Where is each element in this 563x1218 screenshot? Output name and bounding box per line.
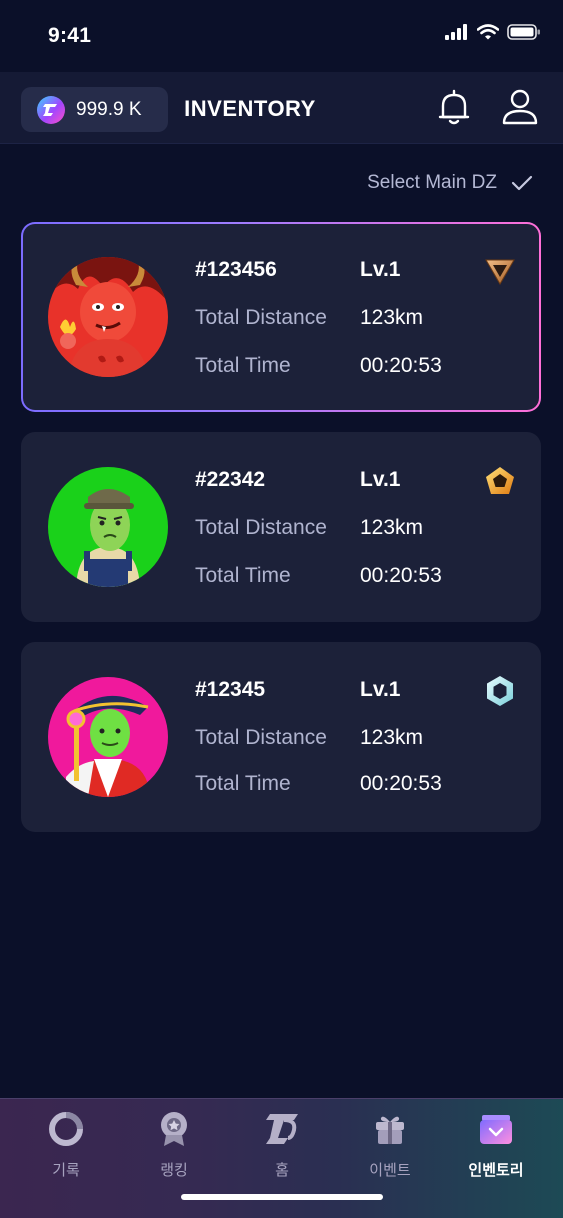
record-pie-icon	[21, 1109, 111, 1149]
status-icons	[445, 24, 541, 40]
check-icon	[511, 175, 533, 191]
total-distance-value: 123km	[360, 726, 424, 749]
total-time-value: 00:20:53	[360, 564, 442, 587]
character-avatar-devil	[48, 257, 168, 377]
total-distance-value: 123km	[360, 516, 424, 539]
total-time-label: Total Time	[195, 564, 291, 587]
tab-inventory[interactable]: 인벤토리	[451, 1109, 541, 1180]
page-title: INVENTORY	[184, 96, 316, 121]
total-distance-label: Total Distance	[195, 516, 327, 539]
card-level: Lv.1	[360, 258, 401, 281]
event-gift-icon	[345, 1109, 435, 1149]
total-distance-value: 123km	[360, 306, 424, 329]
bottom-tab-bar: 기록 랭킹 홈 이벤트 인벤토리	[0, 1098, 563, 1218]
card-level: Lv.1	[360, 468, 401, 491]
signal-icon	[445, 24, 467, 40]
home-indicator[interactable]	[181, 1194, 383, 1200]
bell-icon[interactable]	[437, 88, 471, 133]
tab-label: 인벤토리	[468, 1162, 524, 1179]
tab-label: 이벤트	[369, 1162, 411, 1179]
inventory-box-icon	[451, 1109, 541, 1149]
bronze-triangle-icon	[485, 259, 515, 285]
status-time: 9:41	[48, 24, 92, 47]
wifi-icon	[477, 24, 499, 40]
diamond-hexagon-icon	[487, 676, 513, 706]
card-id: #22342	[195, 468, 266, 491]
card-id: #12345	[195, 678, 266, 701]
character-avatar-captain	[48, 677, 168, 797]
gold-pentagon-icon	[486, 467, 514, 494]
card-level: Lv.1	[360, 678, 401, 701]
total-time-value: 00:20:53	[360, 772, 442, 795]
card-id: #123456	[195, 258, 277, 281]
ranking-medal-icon	[129, 1109, 219, 1149]
inventory-card[interactable]: #22342 Lv.1 Total Distance 123km Total T…	[21, 432, 541, 622]
page-title-wrap: INVENTORY	[0, 96, 563, 122]
total-distance-label: Total Distance	[195, 726, 327, 749]
select-main-label: Select Main DZ	[367, 172, 497, 193]
inventory-card[interactable]: #12345 Lv.1 Total Distance 123km Total T…	[21, 642, 541, 832]
tab-ranking[interactable]: 랭킹	[129, 1109, 219, 1180]
top-header: 999.9 K INVENTORY	[0, 72, 563, 144]
character-avatar-farmer	[48, 467, 168, 587]
status-bar: 9:41	[0, 0, 563, 72]
total-time-value: 00:20:53	[360, 354, 442, 377]
battery-icon	[507, 24, 540, 40]
tab-event[interactable]: 이벤트	[345, 1109, 435, 1180]
tab-label: 홈	[275, 1162, 289, 1179]
tab-label: 기록	[52, 1162, 80, 1179]
inventory-card[interactable]: #123456 Lv.1 Total Distance 123km Total …	[21, 222, 541, 412]
total-distance-label: Total Distance	[195, 306, 327, 329]
tab-label: 랭킹	[160, 1162, 188, 1179]
tab-home[interactable]: 홈	[237, 1109, 327, 1180]
home-logo-icon	[237, 1109, 327, 1149]
total-time-label: Total Time	[195, 354, 291, 377]
total-time-label: Total Time	[195, 772, 291, 795]
tab-record[interactable]: 기록	[21, 1109, 111, 1180]
select-main-dz[interactable]: Select Main DZ	[367, 172, 533, 194]
user-icon[interactable]	[501, 88, 539, 131]
